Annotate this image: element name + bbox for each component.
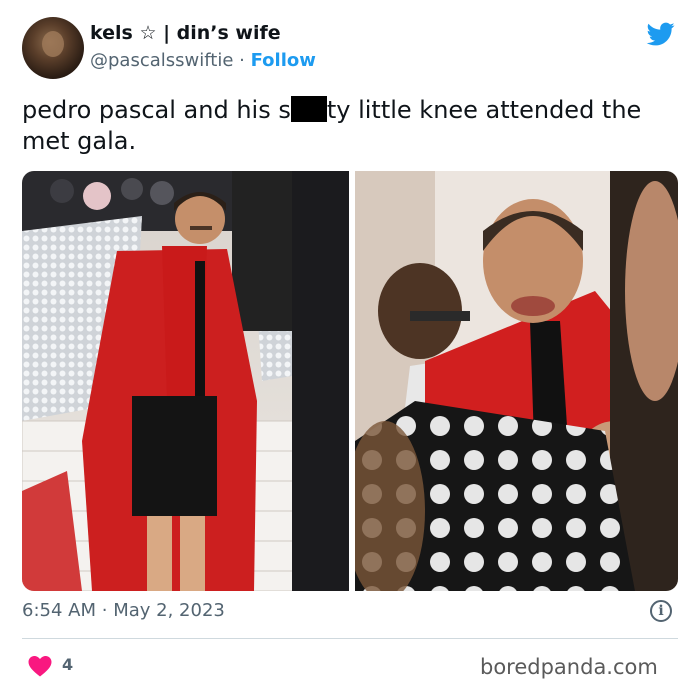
handle-separator: ·	[239, 50, 245, 71]
red-coat-smiling-photo	[355, 171, 678, 591]
tweet-text: pedro pascal and his s ty little knee att…	[22, 95, 682, 157]
heart-icon[interactable]	[28, 655, 52, 677]
meta-separator: ·	[101, 600, 108, 621]
redaction-box	[290, 96, 327, 122]
author-handle[interactable]: @pascalsswiftie	[90, 50, 233, 71]
tweet-text-before: pedro pascal and his s	[22, 96, 291, 124]
author-name-row[interactable]: kels ☆ | din’s wife	[90, 22, 281, 44]
like-count: 4	[62, 655, 74, 674]
tweet-time[interactable]: 6:54 AM	[22, 600, 96, 621]
info-icon[interactable]: i	[650, 600, 672, 622]
avatar-face	[42, 31, 64, 57]
red-coat-stairs-photo	[22, 171, 349, 591]
author-avatar[interactable]	[22, 17, 84, 79]
divider	[22, 638, 678, 639]
follow-button[interactable]: Follow	[251, 50, 316, 71]
tweet-photo-right[interactable]	[355, 171, 678, 591]
author-handle-row: @pascalsswiftie · Follow	[90, 50, 316, 71]
boredpanda-watermark: boredpanda.com	[480, 655, 658, 679]
author-display-name[interactable]: kels ☆ | din’s wife	[90, 22, 281, 44]
tweet-meta: 6:54 AM · May 2, 2023	[22, 600, 225, 621]
twitter-bird-icon[interactable]	[645, 20, 677, 48]
tweet-date[interactable]: May 2, 2023	[113, 600, 225, 621]
tweet-photo-left[interactable]	[22, 171, 349, 591]
